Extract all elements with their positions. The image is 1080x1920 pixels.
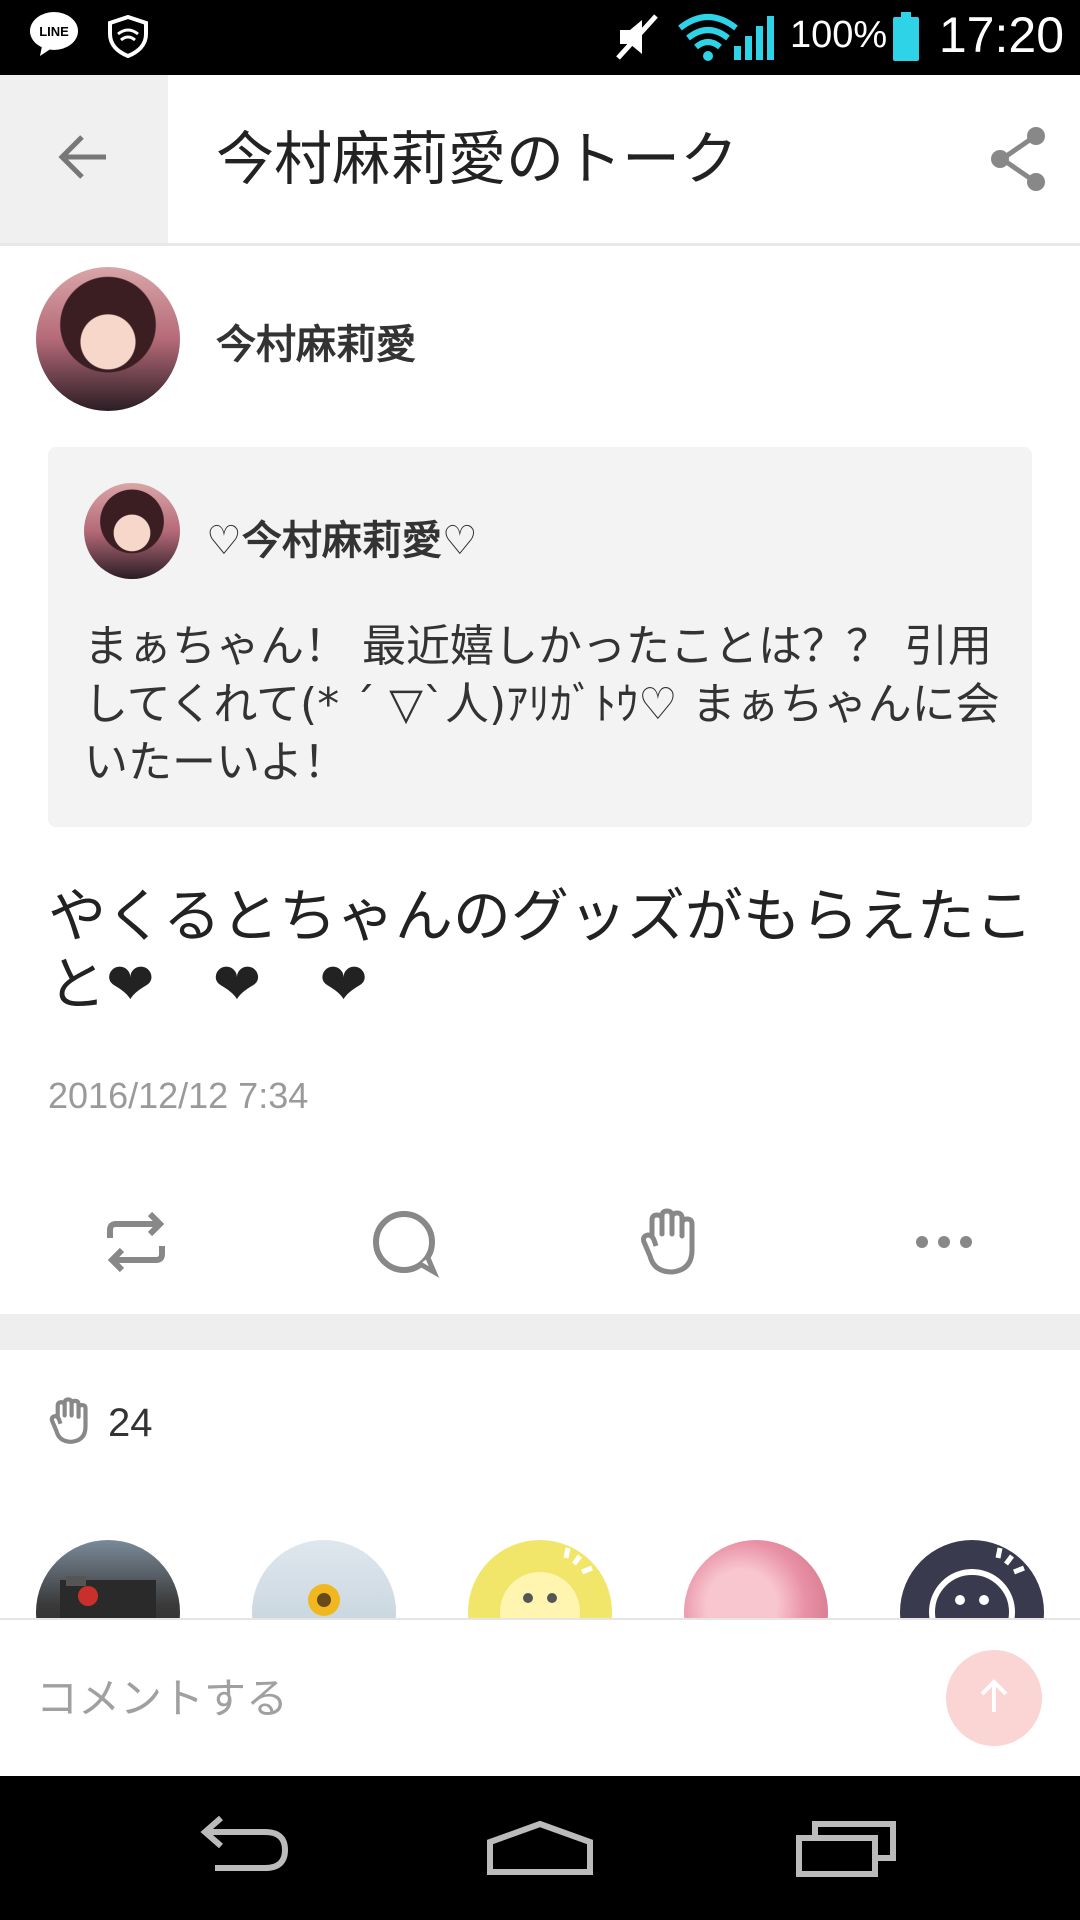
system-nav-bar (0, 1776, 1080, 1920)
send-button[interactable] (946, 1650, 1042, 1746)
more-button[interactable] (904, 1204, 984, 1284)
repost-icon (100, 1206, 172, 1282)
line-icon: LINE (28, 10, 80, 58)
likes-summary[interactable]: 24 (48, 1397, 153, 1449)
author-avatar[interactable] (36, 267, 180, 411)
quoted-author-avatar (84, 483, 180, 579)
comment-input[interactable]: コメントする (36, 1620, 836, 1778)
quoted-post-text: まぁちゃん！ 最近嬉しかったことは？？ 引用してくれて(* ´ ▽`人)ｱﾘｶﾞ… (84, 621, 1000, 788)
author-name[interactable]: 今村麻莉愛 (216, 312, 416, 370)
post-timestamp: 2016/12/12 7:34 (48, 1075, 309, 1116)
comment-button[interactable] (364, 1204, 444, 1284)
back-arrow-icon (56, 129, 112, 189)
svg-text:LINE: LINE (39, 24, 69, 39)
applause-icon (638, 1206, 710, 1282)
quoted-author-name: ♡今村麻莉愛♡ (206, 518, 478, 564)
liker-avatar[interactable] (36, 1540, 180, 1618)
mute-icon (612, 12, 662, 62)
likers-list (0, 1500, 1080, 1618)
shield-icon (106, 14, 150, 59)
nav-home-button[interactable] (470, 1804, 610, 1894)
post-text: やくるとちゃんのグッズがもらえたこと❤ ❤ ❤ (48, 882, 1033, 1018)
liker-avatar[interactable] (684, 1540, 828, 1618)
applause-icon (48, 1396, 98, 1450)
page-title: 今村麻莉愛のトーク (216, 125, 739, 193)
app-header: 今村麻莉愛のトーク (0, 75, 1080, 246)
section-divider (0, 1314, 1080, 1350)
battery-percent: 100% (790, 14, 888, 56)
share-icon (982, 127, 1054, 199)
wifi-icon (678, 12, 738, 62)
comment-icon (368, 1206, 440, 1282)
share-button[interactable] (982, 123, 1054, 195)
nav-back-button[interactable] (170, 1804, 310, 1894)
clock: 17:20 (938, 7, 1064, 63)
battery-icon (892, 12, 920, 62)
liker-avatar[interactable] (252, 1540, 396, 1618)
applause-button[interactable] (634, 1204, 714, 1284)
nav-home-icon (480, 1812, 600, 1886)
liker-avatar[interactable] (900, 1540, 1044, 1618)
liker-avatar[interactable] (468, 1540, 612, 1618)
send-arrow-icon (972, 1674, 1016, 1722)
likes-count: 24 (108, 1400, 153, 1445)
back-button[interactable] (0, 75, 168, 243)
nav-back-icon (185, 1812, 295, 1886)
comment-bar: コメントする (0, 1618, 1080, 1778)
nav-recents-icon (791, 1812, 901, 1886)
nav-recents-button[interactable] (776, 1804, 916, 1894)
status-bar: LINE 100% 17:20 (0, 0, 1080, 75)
more-icon (908, 1206, 980, 1282)
signal-icon (732, 12, 778, 62)
repost-button[interactable] (96, 1204, 176, 1284)
